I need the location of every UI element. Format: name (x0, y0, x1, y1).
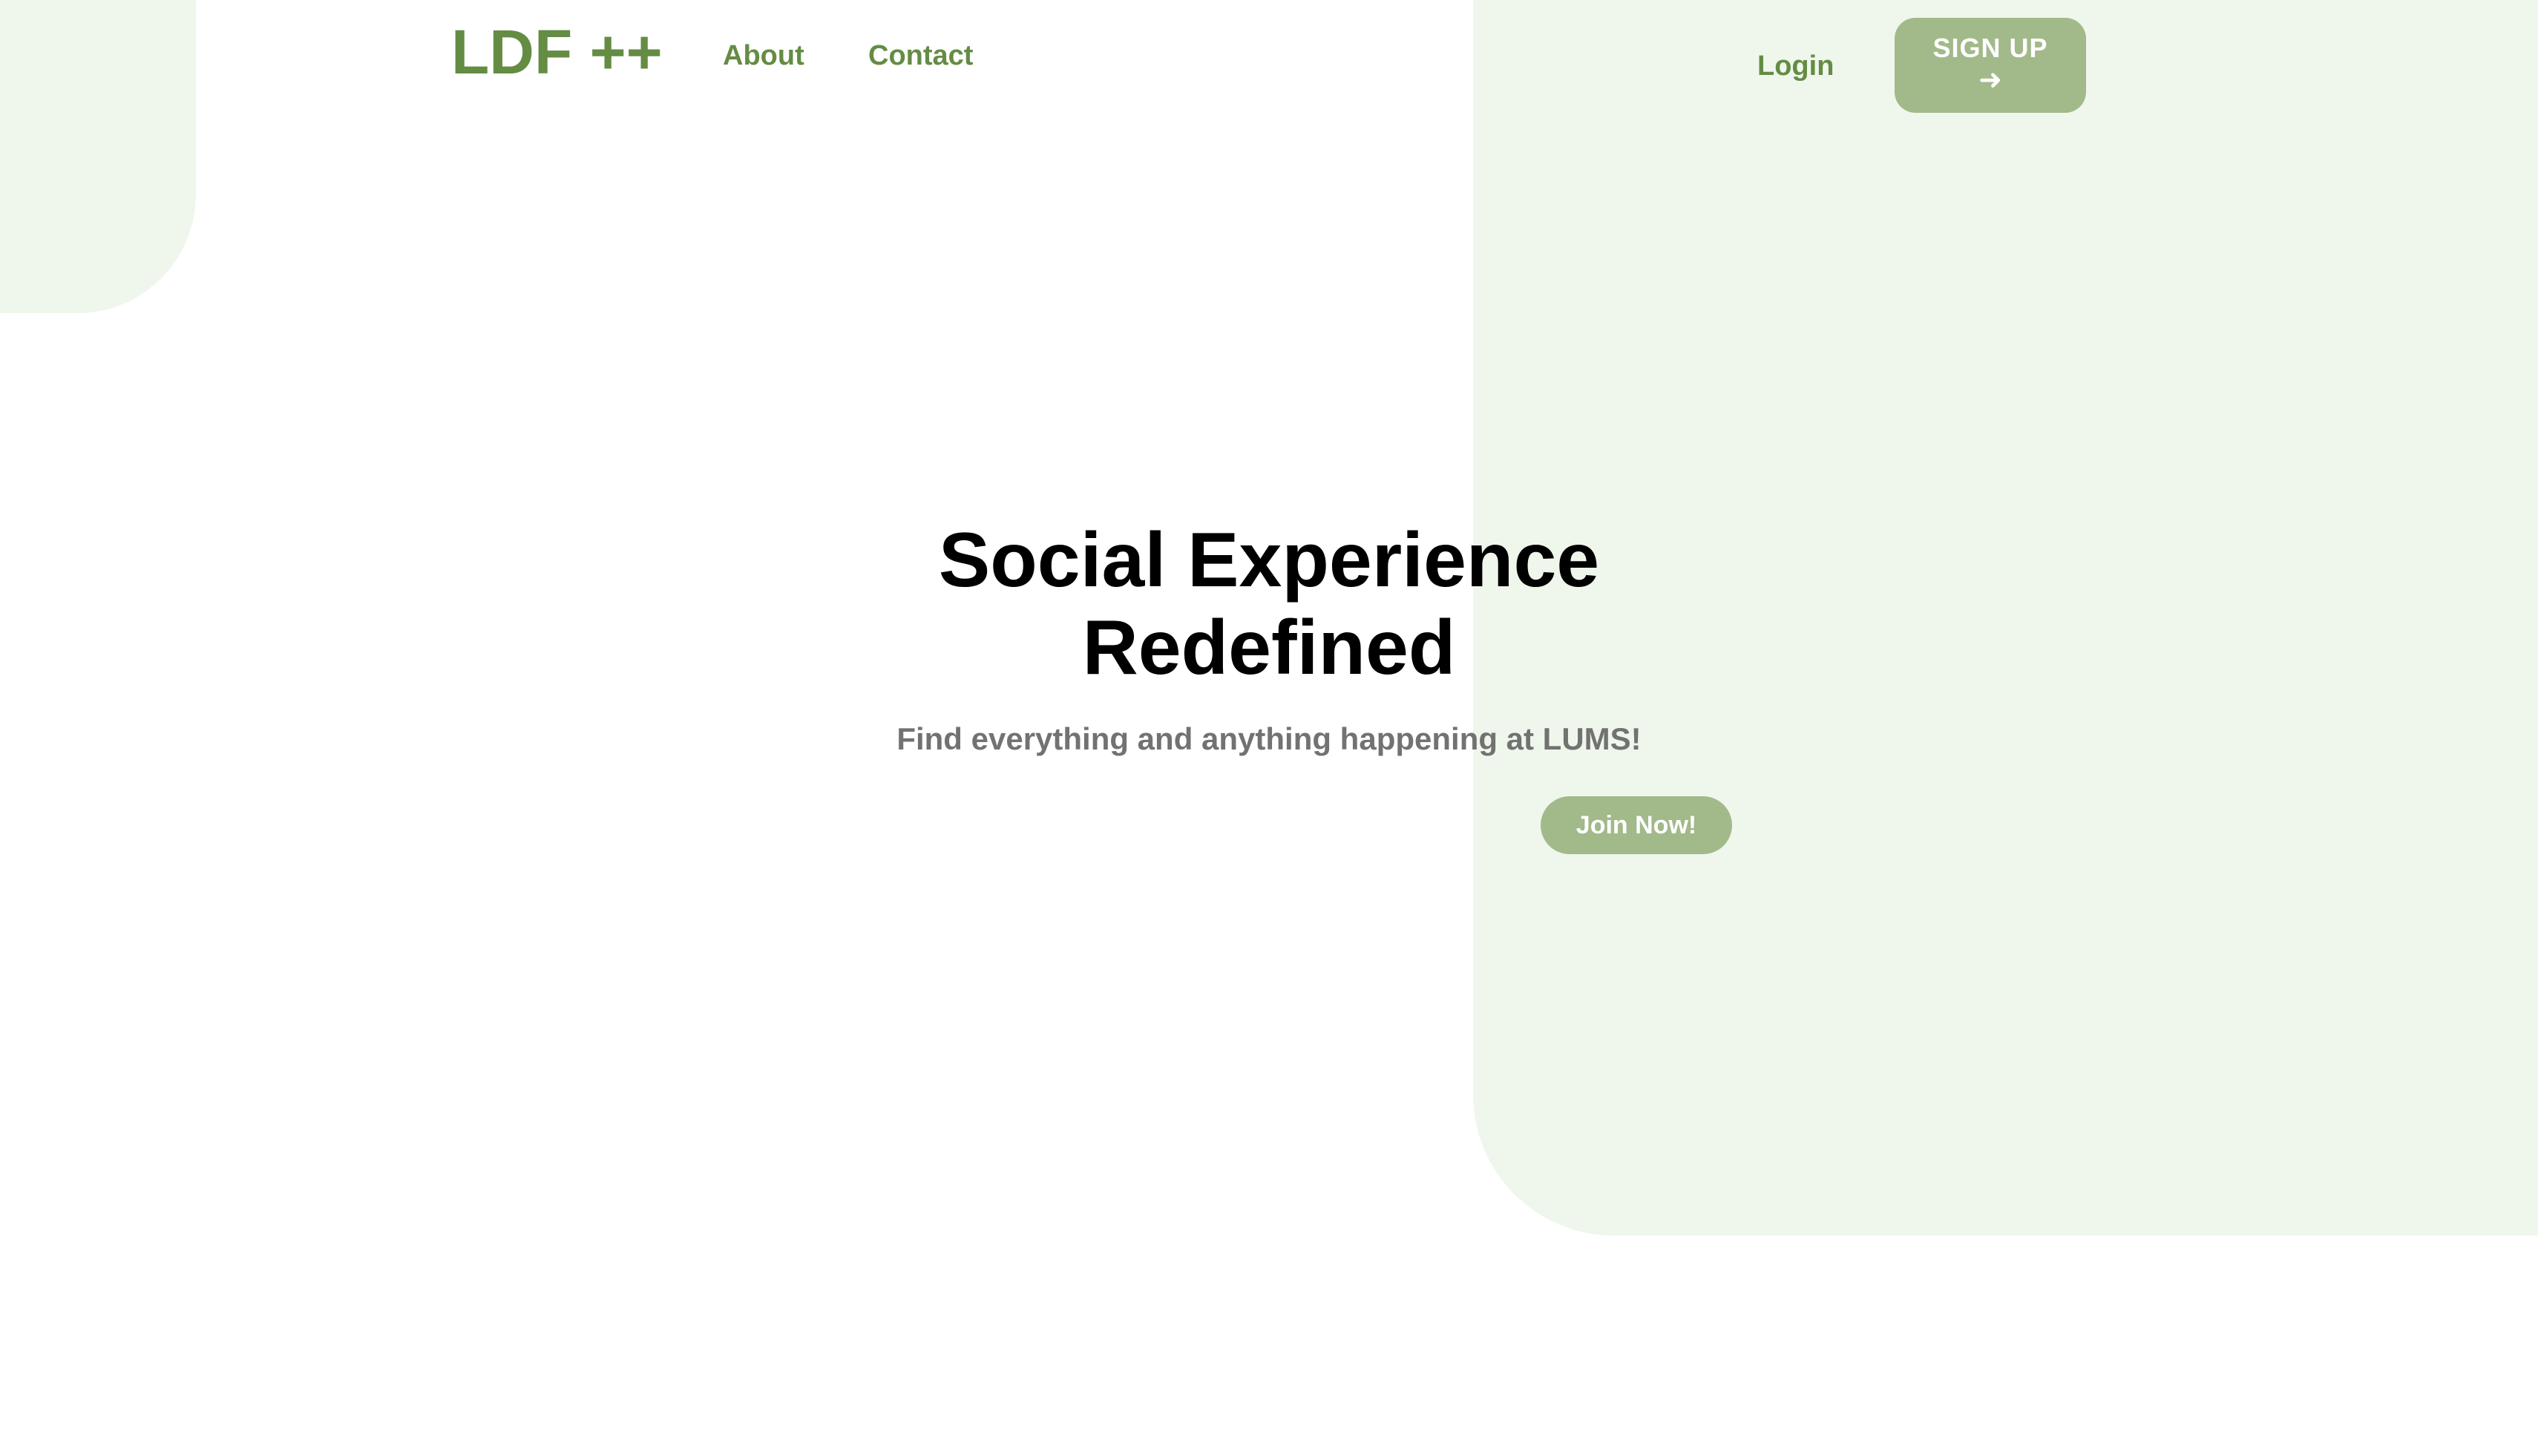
hero-title-line-2: Redefined (1082, 605, 1456, 691)
hero-title-line-1: Social Experience (938, 517, 1600, 603)
nav-about-link[interactable]: About (723, 42, 804, 70)
brand-logo[interactable]: LDF ++ (451, 21, 663, 83)
nav-contact-link[interactable]: Contact (868, 42, 973, 70)
hero-subtitle: Find everything and anything happening a… (896, 721, 1642, 756)
sign-up-label: SIGN UP (1932, 33, 2048, 63)
right-arrow-icon: ➜ (1978, 65, 2002, 96)
login-link[interactable]: Login (1757, 52, 1834, 80)
sign-up-button[interactable]: SIGN UP ➜ (1895, 18, 2086, 113)
background-shape-top-left (0, 0, 196, 313)
hero-title: Social Experience Redefined (824, 517, 1714, 692)
join-now-button[interactable]: Join Now! (1541, 796, 1732, 854)
